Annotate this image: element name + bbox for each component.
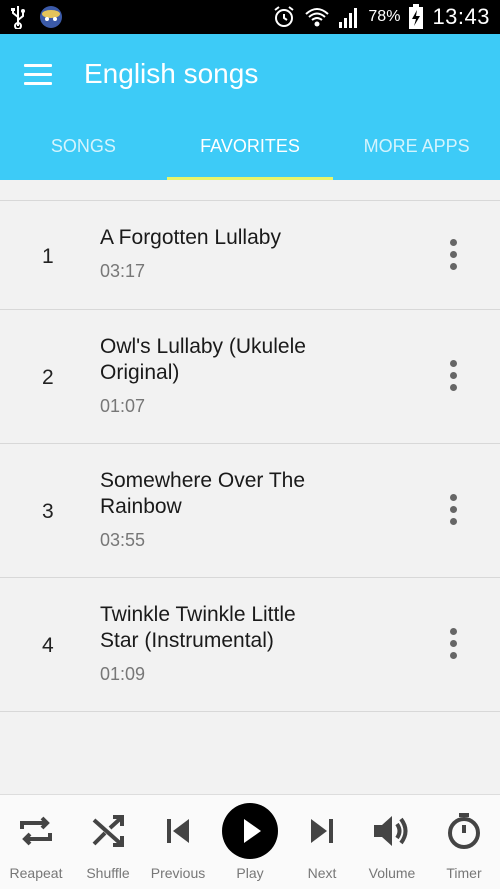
song-row[interactable]: 4 Twinkle Twinkle Little Star (Instrumen… bbox=[0, 578, 500, 712]
song-title: Owl's Lullaby (Ukulele Original) bbox=[100, 335, 306, 384]
volume-icon bbox=[374, 816, 408, 846]
more-options-icon[interactable] bbox=[441, 494, 465, 530]
song-row[interactable]: 1 A Forgotten Lullaby 03:17 bbox=[0, 200, 500, 310]
battery-percent: 78% bbox=[368, 8, 401, 25]
shuffle-label: Shuffle bbox=[86, 865, 130, 881]
usb-icon bbox=[11, 6, 25, 29]
song-duration: 01:07 bbox=[100, 396, 146, 416]
more-options-icon[interactable] bbox=[441, 239, 465, 275]
previous-label: Previous bbox=[150, 865, 206, 881]
song-number: 2 bbox=[42, 366, 54, 389]
app-bar: English songs SONGS FAVORITES MORE APPS bbox=[0, 34, 500, 180]
alarm-icon bbox=[274, 6, 295, 27]
player-controls: Reapeat Shuffle Previous Play Next Volum… bbox=[0, 794, 500, 889]
song-title: A Forgotten Lullaby bbox=[100, 226, 281, 249]
repeat-icon bbox=[20, 816, 52, 846]
previous-button[interactable]: Previous bbox=[142, 795, 214, 889]
song-row[interactable]: 2 Owl's Lullaby (Ukulele Original) 01:07 bbox=[0, 310, 500, 444]
app-notification-icon bbox=[40, 6, 62, 28]
shuffle-icon bbox=[92, 815, 124, 847]
song-list: 1 A Forgotten Lullaby 03:17 2 Owl's Lull… bbox=[0, 200, 500, 712]
tab-more-apps[interactable]: MORE APPS bbox=[333, 126, 500, 180]
song-duration: 03:17 bbox=[100, 261, 146, 281]
song-row[interactable]: 3 Somewhere Over The Rainbow 03:55 bbox=[0, 444, 500, 578]
next-button[interactable]: Next bbox=[286, 795, 358, 889]
tab-bar: SONGS FAVORITES MORE APPS bbox=[0, 126, 500, 180]
previous-icon bbox=[167, 819, 189, 843]
tab-songs[interactable]: SONGS bbox=[0, 126, 167, 180]
timer-label: Timer bbox=[446, 865, 482, 881]
song-number: 3 bbox=[42, 500, 54, 523]
repeat-button[interactable]: Reapeat bbox=[0, 795, 72, 889]
song-number: 4 bbox=[42, 634, 54, 657]
next-icon bbox=[311, 819, 333, 843]
song-title: Somewhere Over The Rainbow bbox=[100, 469, 306, 518]
song-number: 1 bbox=[42, 245, 54, 268]
clock: 13:43 bbox=[432, 4, 490, 29]
wifi-icon bbox=[305, 8, 330, 27]
play-label: Play bbox=[236, 865, 264, 881]
tab-favorites[interactable]: FAVORITES bbox=[166, 126, 334, 180]
play-icon bbox=[244, 819, 261, 843]
more-options-icon[interactable] bbox=[441, 360, 465, 396]
repeat-label: Reapeat bbox=[9, 865, 63, 881]
battery-charging-icon bbox=[409, 4, 424, 29]
signal-icon bbox=[339, 8, 358, 28]
timer-button[interactable]: Timer bbox=[428, 795, 500, 889]
shuffle-button[interactable]: Shuffle bbox=[72, 795, 144, 889]
next-label: Next bbox=[307, 865, 337, 881]
song-title: Twinkle Twinkle Little Star (Instrumenta… bbox=[100, 603, 296, 652]
more-options-icon[interactable] bbox=[441, 628, 465, 664]
hamburger-menu-icon[interactable] bbox=[24, 64, 52, 86]
timer-icon bbox=[448, 813, 480, 849]
song-duration: 01:09 bbox=[100, 664, 146, 684]
song-duration: 03:55 bbox=[100, 530, 146, 550]
volume-button[interactable]: Volume bbox=[356, 795, 428, 889]
status-bar: 78% 13:43 bbox=[0, 0, 500, 34]
play-button[interactable]: Play bbox=[214, 795, 286, 889]
volume-label: Volume bbox=[368, 865, 416, 881]
app-title: English songs bbox=[84, 58, 259, 89]
